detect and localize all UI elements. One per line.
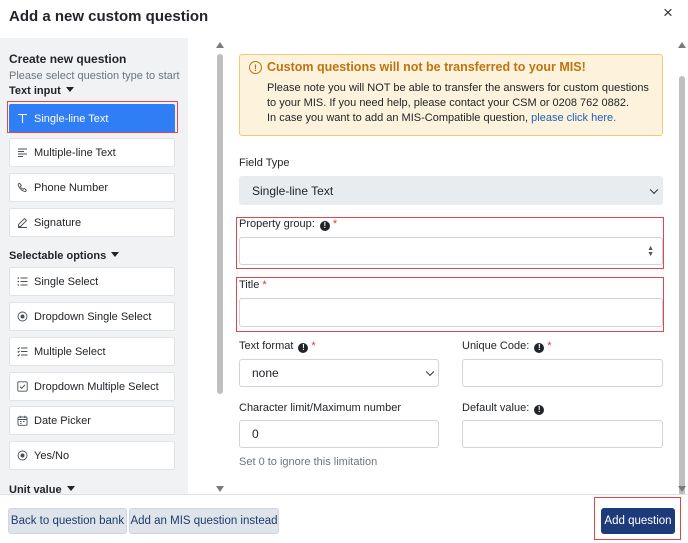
question-type-single-select[interactable]: Single Select bbox=[9, 267, 175, 296]
section-unit-value[interactable]: Unit value bbox=[9, 484, 75, 494]
list-icon bbox=[16, 275, 29, 288]
scroll-up-icon[interactable] bbox=[216, 42, 224, 48]
title-input[interactable] bbox=[239, 298, 663, 327]
modal-footer: Back to question bank Add an MIS questio… bbox=[0, 494, 688, 543]
character-limit-label: Character limit/Maximum number bbox=[239, 402, 401, 414]
lines-icon bbox=[16, 146, 29, 159]
scroll-up-icon[interactable] bbox=[678, 42, 686, 48]
add-question-button[interactable]: Add question bbox=[601, 508, 675, 534]
updown-arrows-icon: ▲ ▼ bbox=[647, 245, 654, 258]
default-value-input[interactable] bbox=[462, 420, 663, 448]
checklist-icon bbox=[16, 345, 29, 358]
exclamation-circle-icon: ! bbox=[249, 61, 262, 74]
checkbox-icon bbox=[16, 380, 29, 393]
sidebar-scrollbar[interactable] bbox=[215, 42, 225, 492]
sidebar-title: Create new question bbox=[9, 52, 127, 66]
scroll-down-icon[interactable] bbox=[678, 486, 686, 492]
modal-header: Add a new custom question × bbox=[0, 0, 688, 36]
caret-down-icon bbox=[111, 252, 120, 257]
text-format-select[interactable]: none bbox=[239, 359, 439, 387]
radio-icon bbox=[16, 449, 29, 462]
field-type-select[interactable]: Single-line Text bbox=[239, 176, 663, 205]
unique-code-input[interactable] bbox=[462, 359, 663, 387]
question-type-single-line-text[interactable]: Single-line Text bbox=[9, 104, 175, 133]
phone-icon bbox=[16, 181, 29, 194]
property-group-select[interactable]: ▲ ▼ bbox=[239, 237, 663, 265]
question-type-dropdown-single-select[interactable]: Dropdown Single Select bbox=[9, 302, 175, 331]
question-type-multiple-select[interactable]: Multiple Select bbox=[9, 337, 175, 366]
question-type-signature[interactable]: Signature bbox=[9, 208, 175, 237]
question-type-dropdown-multiple-select[interactable]: Dropdown Multiple Select bbox=[9, 372, 175, 401]
section-text-input[interactable]: Text input bbox=[9, 85, 74, 97]
pen-icon bbox=[16, 216, 29, 229]
character-limit-input[interactable]: 0 bbox=[239, 420, 439, 448]
info-icon: ! bbox=[534, 404, 545, 415]
calendar-icon bbox=[16, 414, 29, 427]
text-format-label: Text format! * bbox=[239, 340, 316, 353]
add-mis-question-button[interactable]: Add an MIS question instead bbox=[129, 508, 279, 534]
caret-down-icon bbox=[66, 486, 75, 491]
scroll-down-icon[interactable] bbox=[216, 486, 224, 492]
scrollbar-thumb[interactable] bbox=[217, 54, 223, 394]
info-icon: ! bbox=[298, 342, 309, 353]
sidebar-subtitle: Please select question type to start bbox=[9, 70, 180, 82]
question-type-phone-number[interactable]: Phone Number bbox=[9, 173, 175, 202]
section-selectable-options[interactable]: Selectable options bbox=[9, 250, 120, 262]
character-limit-hint: Set 0 to ignore this limitation bbox=[239, 456, 378, 468]
caret-down-icon bbox=[65, 87, 74, 92]
question-type-sidebar: Create new question Please select questi… bbox=[0, 38, 188, 494]
info-icon: ! bbox=[534, 342, 545, 353]
question-type-date-picker[interactable]: Date Picker bbox=[9, 406, 175, 435]
close-icon[interactable]: × bbox=[663, 4, 673, 22]
scrollbar-thumb[interactable] bbox=[679, 76, 685, 496]
warning-title: Custom questions will not be transferred… bbox=[267, 60, 586, 74]
field-type-label: Field Type bbox=[239, 157, 290, 169]
unique-code-label: Unique Code:! * bbox=[462, 340, 552, 353]
form-scrollbar[interactable] bbox=[677, 42, 687, 496]
chevron-down-icon bbox=[649, 185, 659, 194]
modal-title: Add a new custom question bbox=[9, 8, 209, 25]
back-to-question-bank-button[interactable]: Back to question bank bbox=[8, 508, 127, 534]
title-label: Title * bbox=[239, 279, 267, 291]
default-value-label: Default value:! bbox=[462, 402, 545, 415]
warning-line: In case you want to add an MIS-Compatibl… bbox=[267, 112, 617, 124]
text-cursor-icon bbox=[16, 112, 29, 125]
mis-compatible-link[interactable]: please click here. bbox=[531, 112, 616, 124]
warning-body: Please note you will NOT be able to tran… bbox=[267, 82, 649, 109]
property-group-label: Property group:! * bbox=[239, 218, 338, 231]
chevron-down-icon bbox=[425, 367, 435, 377]
question-type-multiple-line-text[interactable]: Multiple-line Text bbox=[9, 138, 175, 167]
radio-icon bbox=[16, 310, 29, 323]
question-type-yes-no[interactable]: Yes/No bbox=[9, 441, 175, 470]
warning-alert: ! Custom questions will not be transferr… bbox=[239, 54, 663, 136]
info-icon: ! bbox=[319, 220, 330, 231]
